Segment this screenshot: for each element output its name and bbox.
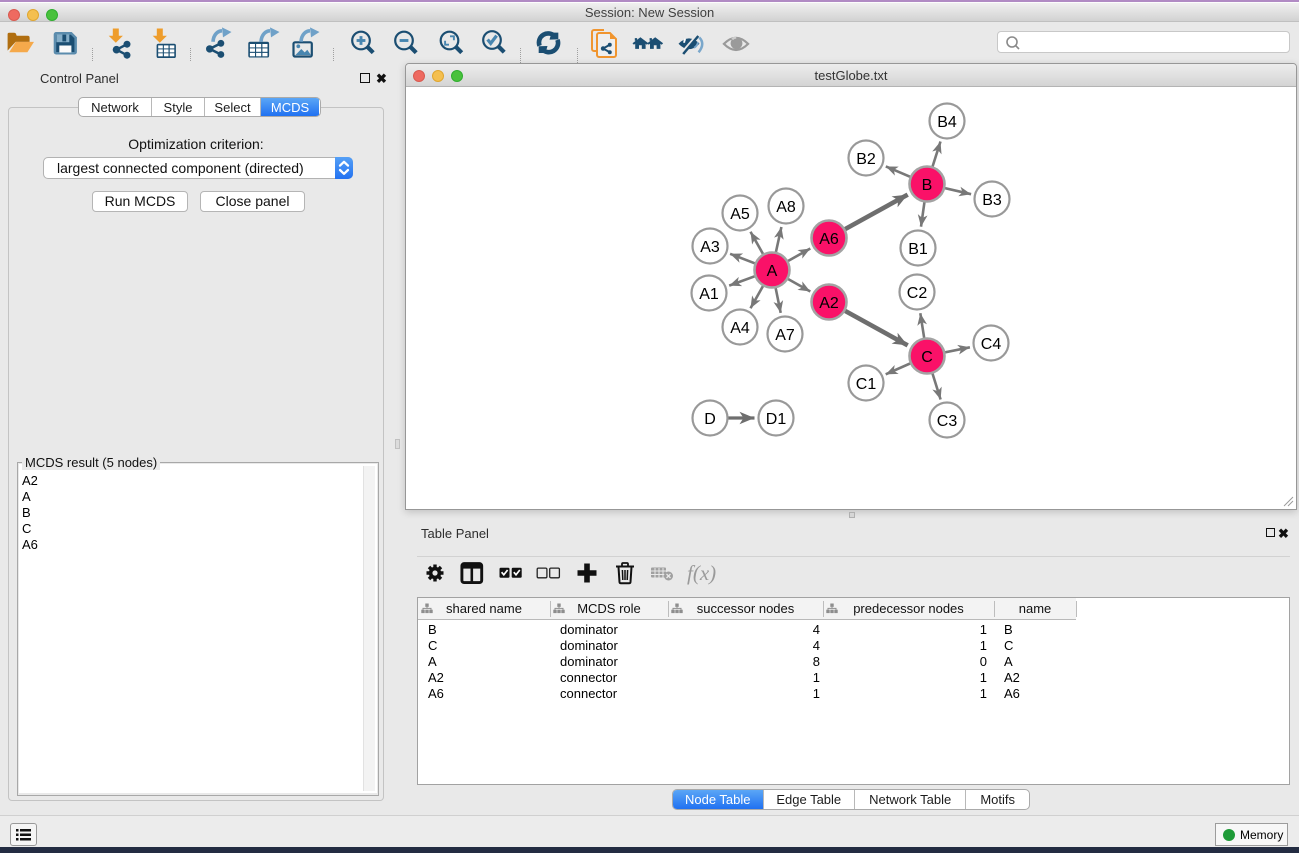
- svg-text:B: B: [922, 177, 933, 194]
- svg-text:B1: B1: [908, 241, 928, 258]
- svg-text:A4: A4: [730, 320, 750, 337]
- svg-text:A1: A1: [699, 286, 719, 303]
- svg-text:B4: B4: [937, 114, 957, 131]
- svg-text:A5: A5: [730, 206, 750, 223]
- svg-text:C3: C3: [937, 413, 958, 430]
- svg-text:C2: C2: [907, 285, 928, 302]
- svg-text:A8: A8: [776, 199, 796, 216]
- svg-text:C: C: [921, 349, 933, 366]
- svg-text:B2: B2: [856, 151, 876, 168]
- svg-text:f(x): f(x): [687, 561, 716, 585]
- svg-text:D: D: [704, 411, 716, 428]
- svg-text:B3: B3: [982, 192, 1002, 209]
- svg-text:A2: A2: [819, 295, 839, 312]
- svg-text:A: A: [767, 263, 778, 280]
- svg-text:A3: A3: [700, 239, 720, 256]
- svg-text:A6: A6: [819, 231, 839, 248]
- svg-text:C1: C1: [856, 376, 877, 393]
- svg-text:A7: A7: [775, 327, 795, 344]
- svg-text:C4: C4: [981, 336, 1002, 353]
- svg-text:D1: D1: [766, 411, 787, 428]
